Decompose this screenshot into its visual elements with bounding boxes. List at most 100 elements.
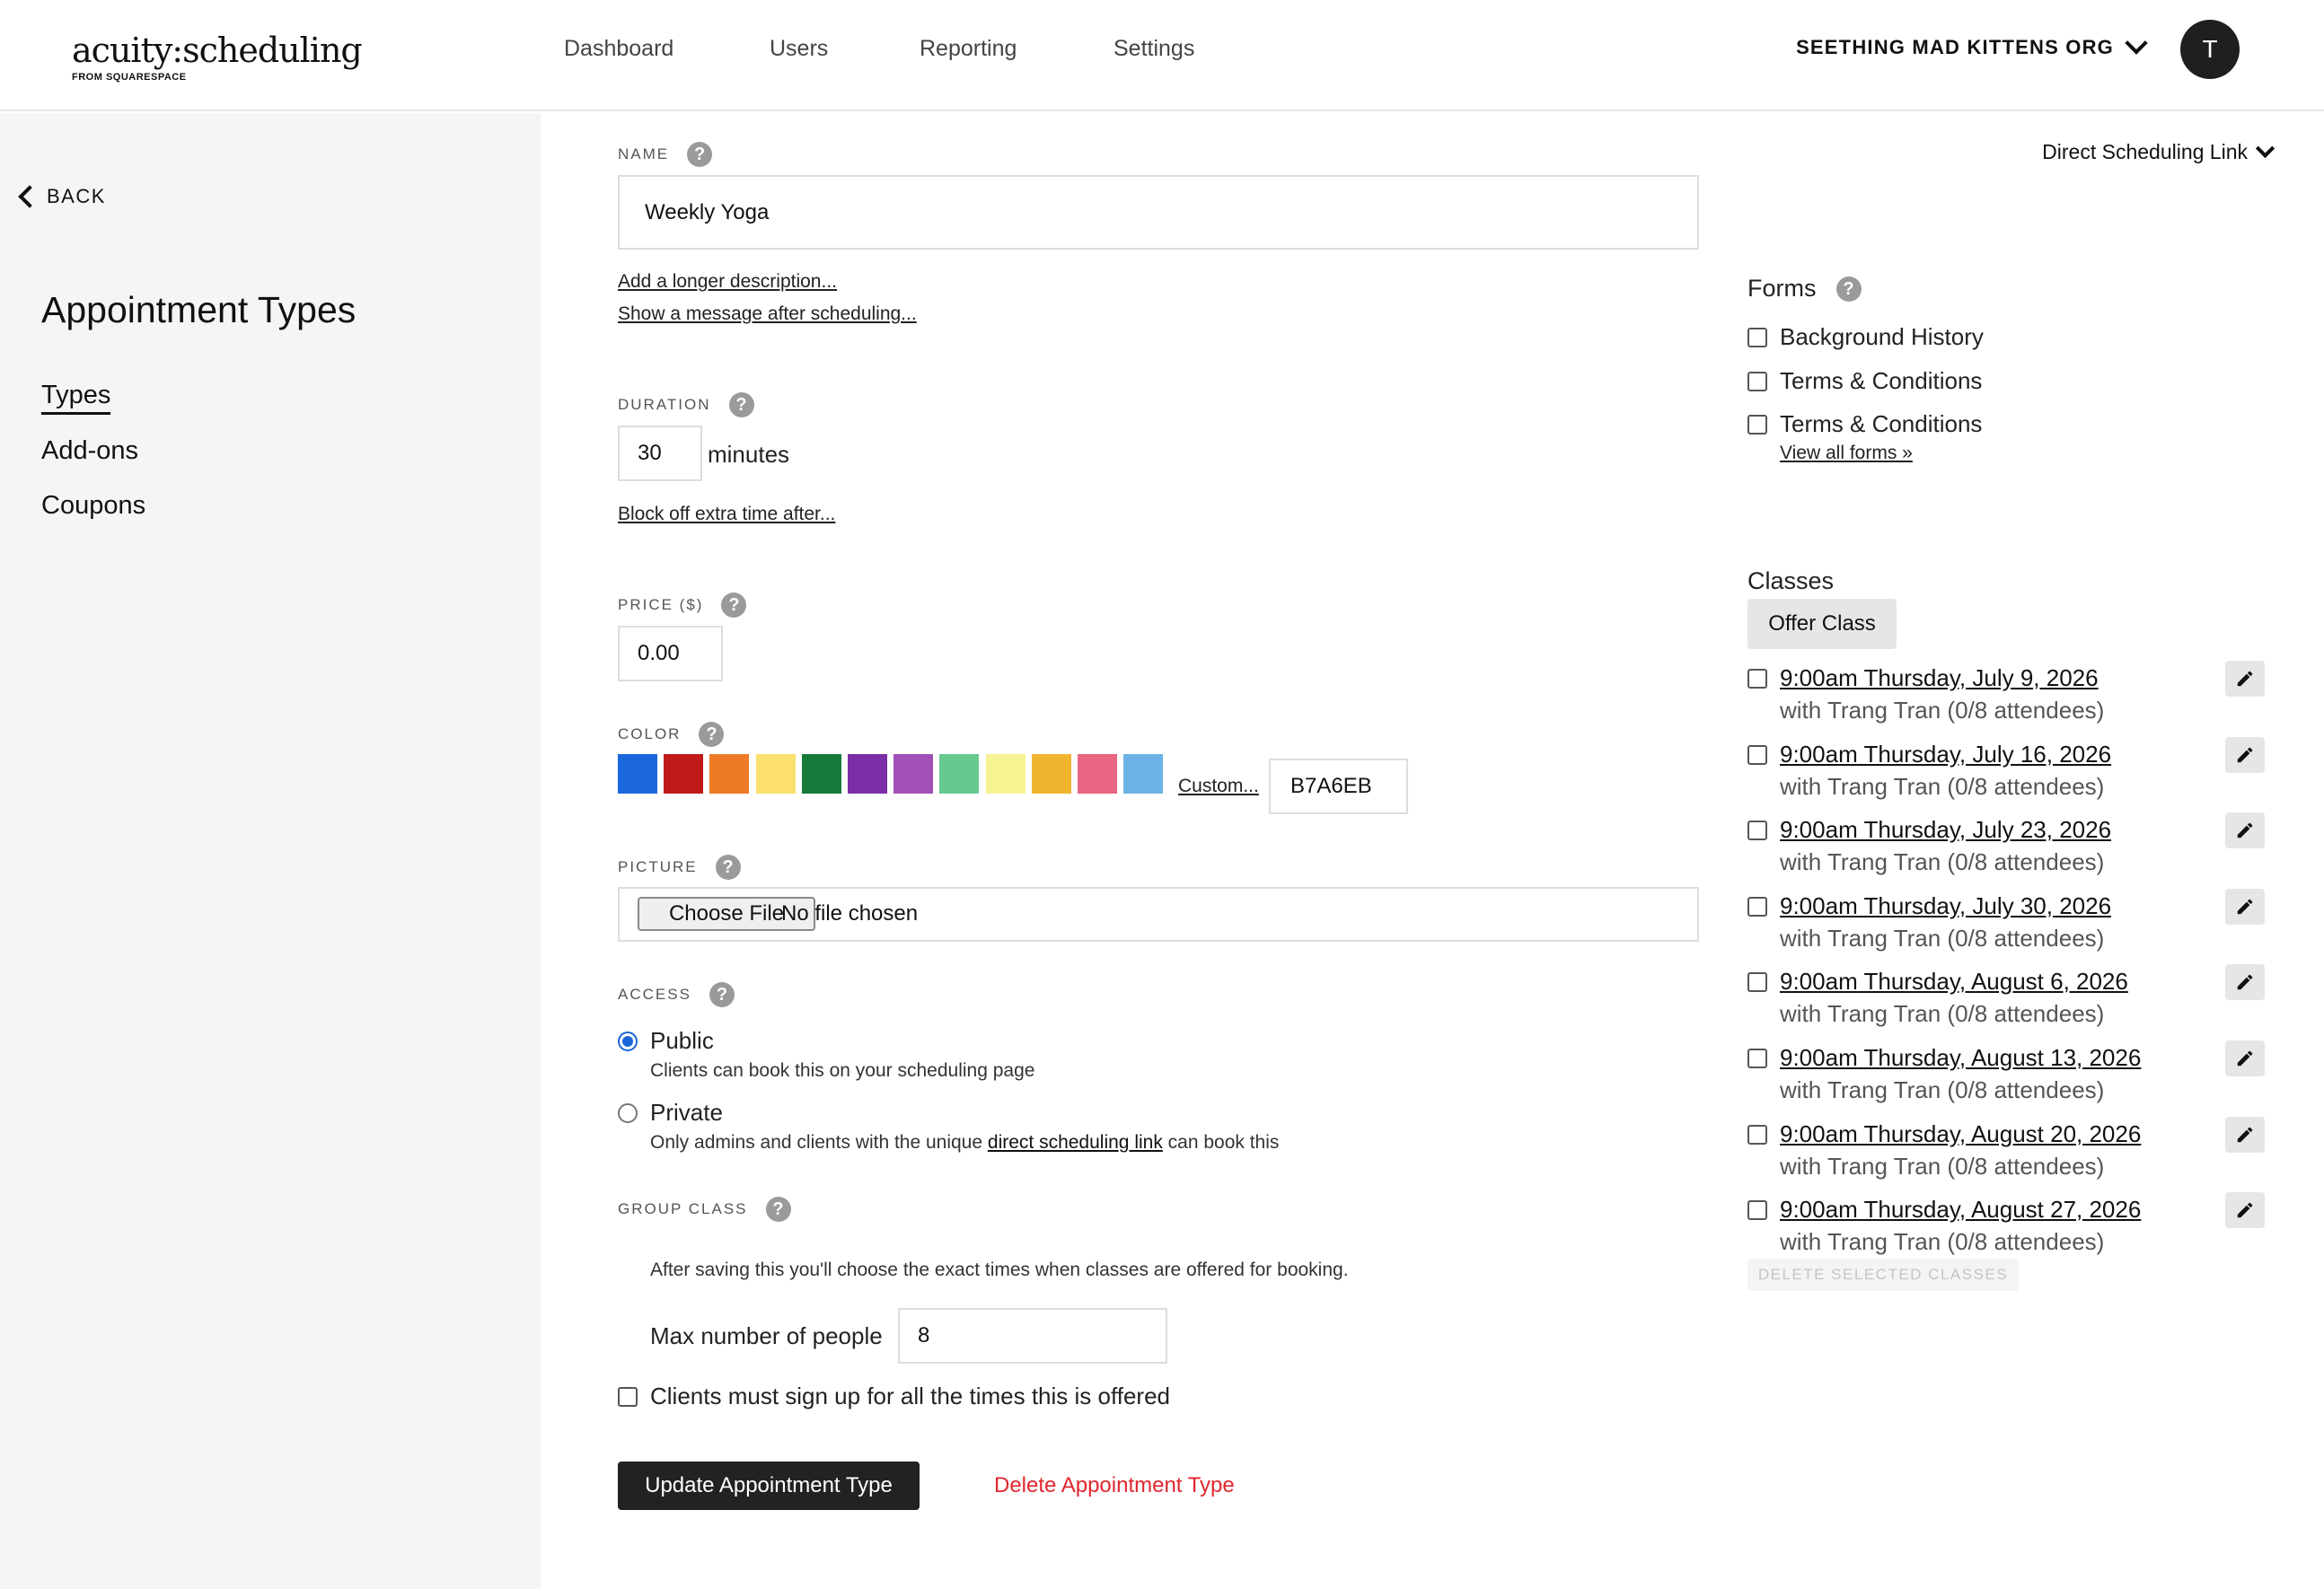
color-swatch[interactable] <box>801 754 841 794</box>
help-icon[interactable]: ? <box>728 392 754 417</box>
color-swatch[interactable] <box>618 754 657 794</box>
custom-color-input[interactable]: B7A6EB <box>1269 759 1408 814</box>
avatar[interactable]: T <box>2180 20 2240 79</box>
form-item[interactable]: Terms & Conditions <box>1780 410 1982 438</box>
help-icon[interactable]: ? <box>721 593 747 618</box>
org-switcher[interactable]: SEETHING MAD KITTENS ORG <box>1796 31 2148 59</box>
color-swatch[interactable] <box>1031 754 1071 794</box>
help-icon[interactable]: ? <box>1835 276 1862 302</box>
color-swatch[interactable] <box>709 754 750 794</box>
class-checkbox[interactable] <box>1747 744 1767 765</box>
public-label[interactable]: Public <box>650 1027 714 1055</box>
private-radio[interactable] <box>618 1103 638 1123</box>
update-button[interactable]: Update Appointment Type <box>618 1462 920 1510</box>
price-input[interactable]: 0.00 <box>618 626 723 681</box>
edit-class-button[interactable] <box>2225 1192 2265 1229</box>
class-checkbox[interactable] <box>1747 821 1767 841</box>
add-description-link[interactable]: Add a longer description... <box>618 271 837 293</box>
color-swatch[interactable] <box>1123 754 1164 794</box>
class-instructor-text: with Trang Tran (0/8 attendees) <box>1780 1228 2105 1256</box>
edit-class-button[interactable] <box>2225 812 2265 849</box>
help-icon[interactable]: ? <box>709 982 735 1007</box>
edit-class-button[interactable] <box>2225 1116 2265 1153</box>
view-all-forms-link[interactable]: View all forms » <box>1780 443 1913 464</box>
color-swatch[interactable] <box>755 754 796 794</box>
direct-scheduling-link[interactable]: direct scheduling link <box>988 1132 1163 1153</box>
signup-all-checkbox[interactable] <box>618 1387 638 1407</box>
page-title: Appointment Types <box>41 289 357 330</box>
logo[interactable]: acuity:scheduling FROM SQUARESPACE <box>72 31 363 83</box>
duration-label: DURATION ? <box>618 392 754 417</box>
class-checkbox[interactable] <box>1747 1049 1767 1068</box>
color-swatch[interactable] <box>664 754 704 794</box>
class-checkbox[interactable] <box>1747 1200 1767 1221</box>
edit-class-button[interactable] <box>2225 736 2265 773</box>
custom-color-link[interactable]: Custom... <box>1178 776 1259 797</box>
duration-input[interactable]: 30 <box>618 426 702 481</box>
class-instructor-text: with Trang Tran (0/8 attendees) <box>1780 1076 2105 1103</box>
name-input[interactable]: Weekly Yoga <box>618 175 1699 250</box>
help-icon[interactable]: ? <box>715 855 741 880</box>
direct-scheduling-dropdown[interactable]: Direct Scheduling Link <box>2042 138 2276 164</box>
pencil-icon <box>2235 1049 2255 1068</box>
edit-class-button[interactable] <box>2225 888 2265 925</box>
color-swatch[interactable] <box>985 754 1026 794</box>
public-radio[interactable] <box>618 1032 638 1051</box>
color-label-text: COLOR <box>618 725 682 742</box>
color-swatch[interactable] <box>894 754 934 794</box>
class-checkbox[interactable] <box>1747 1124 1767 1145</box>
help-icon[interactable]: ? <box>765 1197 791 1222</box>
class-date-link[interactable]: 9:00am Thursday, August 27, 2026 <box>1780 1196 2141 1224</box>
class-date-link[interactable]: 9:00am Thursday, July 16, 2026 <box>1780 741 2111 768</box>
sidebar-item-addons[interactable]: Add-ons <box>41 436 138 466</box>
sidebar-item-types[interactable]: Types <box>41 381 111 415</box>
group-class-label-text: GROUP CLASS <box>618 1200 748 1217</box>
chevron-left-icon <box>18 185 41 208</box>
org-name: SEETHING MAD KITTENS ORG <box>1796 36 2114 58</box>
private-desc-pre: Only admins and clients with the unique <box>650 1132 988 1153</box>
nav-reporting[interactable]: Reporting <box>920 36 1017 62</box>
class-checkbox[interactable] <box>1747 896 1767 917</box>
signup-all-label[interactable]: Clients must sign up for all the times t… <box>650 1383 1170 1410</box>
form-checkbox[interactable] <box>1747 415 1767 435</box>
back-button[interactable]: BACK <box>18 185 106 208</box>
class-instructor-text: with Trang Tran (0/8 attendees) <box>1780 1152 2105 1180</box>
show-message-link[interactable]: Show a message after scheduling... <box>618 303 917 325</box>
edit-class-button[interactable] <box>2225 661 2265 697</box>
pencil-icon <box>2235 1125 2255 1145</box>
nav-settings[interactable]: Settings <box>1114 36 1194 62</box>
help-icon[interactable]: ? <box>699 722 725 747</box>
class-instructor-text: with Trang Tran (0/8 attendees) <box>1780 848 2105 876</box>
class-date-link[interactable]: 9:00am Thursday, July 9, 2026 <box>1780 664 2099 692</box>
form-item[interactable]: Terms & Conditions <box>1780 367 1982 395</box>
logo-subtext: FROM SQUARESPACE <box>72 72 187 83</box>
color-swatch[interactable] <box>939 754 980 794</box>
class-checkbox[interactable] <box>1747 669 1767 689</box>
nav-users[interactable]: Users <box>770 36 828 62</box>
block-off-link[interactable]: Block off extra time after... <box>618 504 835 525</box>
class-date-link[interactable]: 9:00am Thursday, July 30, 2026 <box>1780 892 2111 920</box>
pencil-icon <box>2235 745 2255 765</box>
class-date-link[interactable]: 9:00am Thursday, August 13, 2026 <box>1780 1044 2141 1072</box>
form-checkbox[interactable] <box>1747 372 1767 391</box>
sidebar-item-coupons[interactable]: Coupons <box>41 491 145 521</box>
max-people-input[interactable]: 8 <box>898 1308 1167 1364</box>
edit-class-button[interactable] <box>2225 964 2265 1001</box>
logo-text: acuity:scheduling <box>72 31 363 70</box>
form-checkbox[interactable] <box>1747 328 1767 347</box>
class-date-link[interactable]: 9:00am Thursday, August 6, 2026 <box>1780 968 2128 996</box>
color-swatch[interactable] <box>1078 754 1117 794</box>
class-date-link[interactable]: 9:00am Thursday, July 23, 2026 <box>1780 816 2111 844</box>
form-item[interactable]: Background History <box>1780 323 1984 351</box>
edit-class-button[interactable] <box>2225 1040 2265 1076</box>
nav-dashboard[interactable]: Dashboard <box>564 36 673 62</box>
offer-class-button[interactable]: Offer Class <box>1747 599 1897 649</box>
duration-unit: minutes <box>708 441 790 468</box>
help-icon[interactable]: ? <box>687 142 713 167</box>
private-label[interactable]: Private <box>650 1099 723 1127</box>
color-swatch[interactable] <box>848 754 887 794</box>
class-checkbox[interactable] <box>1747 972 1767 993</box>
class-date-link[interactable]: 9:00am Thursday, August 20, 2026 <box>1780 1120 2141 1148</box>
delete-link[interactable]: Delete Appointment Type <box>994 1473 1235 1498</box>
delete-selected-button[interactable]: DELETE SELECTED CLASSES <box>1747 1259 2019 1291</box>
